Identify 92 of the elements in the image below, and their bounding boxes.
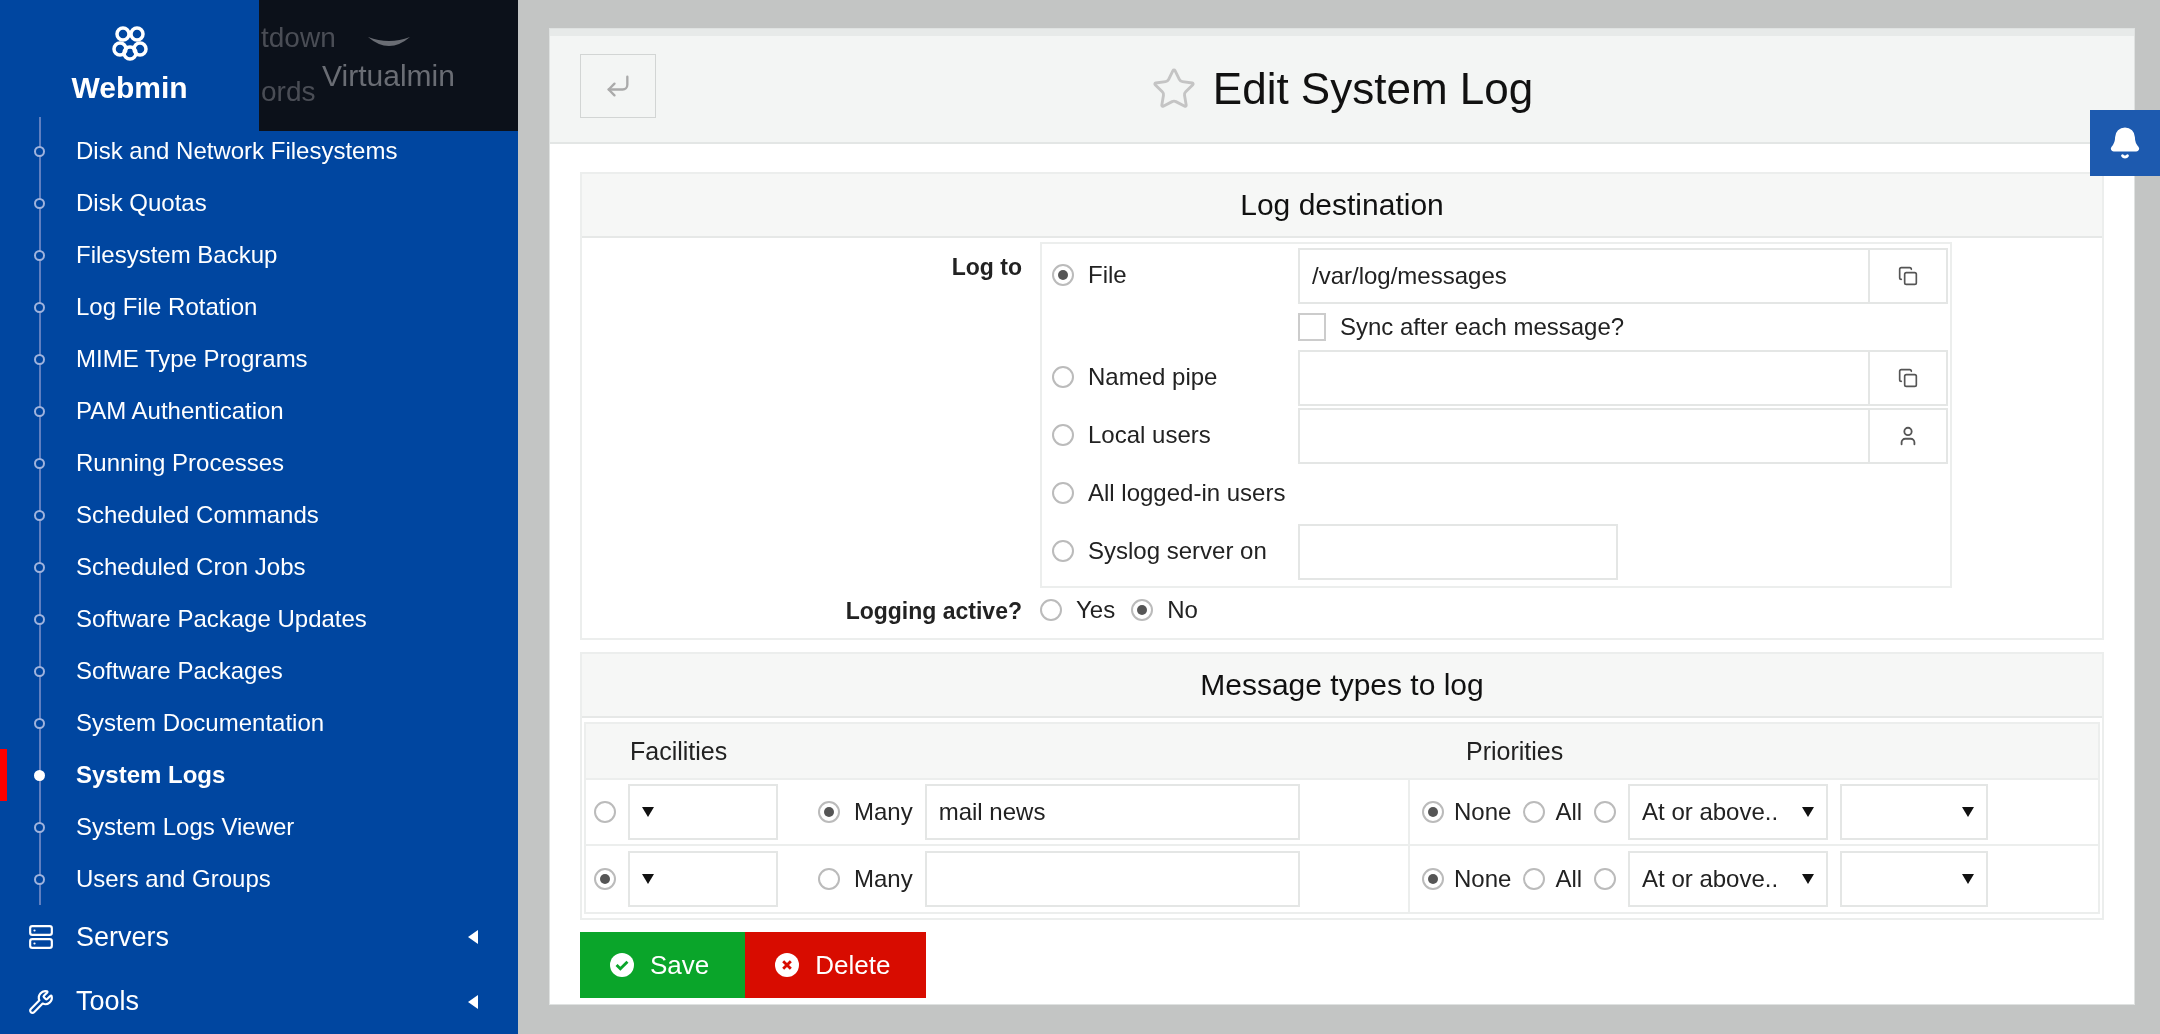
radio-option[interactable]: All xyxy=(1523,851,1583,907)
input-field[interactable] xyxy=(1298,524,1618,580)
input-field[interactable] xyxy=(1298,408,1870,464)
checkbox[interactable] xyxy=(1298,313,1326,341)
caret-icon xyxy=(1802,807,1815,817)
radio-button[interactable] xyxy=(1052,264,1074,286)
copy-icon xyxy=(1898,266,1918,286)
radio-button[interactable] xyxy=(1523,801,1546,823)
sidebar-item[interactable]: Software Packages xyxy=(0,644,518,697)
sidebar-item[interactable]: MIME Type Programs xyxy=(0,332,518,385)
radio-button[interactable] xyxy=(1052,540,1074,562)
server-icon xyxy=(28,924,54,951)
user-chooser-button[interactable] xyxy=(1868,408,1948,464)
faded-menu-text: tdown xyxy=(261,22,336,54)
radio-button[interactable] xyxy=(1422,868,1444,890)
priority-select[interactable]: At or above.. xyxy=(1628,784,1829,840)
radio-button[interactable] xyxy=(594,801,616,823)
radio-button[interactable] xyxy=(1131,599,1154,621)
radio-button[interactable] xyxy=(1052,366,1074,388)
radio-option[interactable]: Local users xyxy=(1052,408,1298,462)
priority-select[interactable]: At or above.. xyxy=(1628,851,1829,907)
radio-option[interactable]: All logged-in users xyxy=(1052,466,1298,520)
bell-icon xyxy=(2108,126,2142,160)
radio-button[interactable] xyxy=(1594,801,1617,823)
radio-option[interactable]: Named pipe xyxy=(1052,350,1298,404)
radio-button[interactable] xyxy=(1523,868,1546,890)
level-select[interactable] xyxy=(1840,784,1989,840)
back-button[interactable] xyxy=(580,54,656,118)
input-field[interactable] xyxy=(1298,350,1870,406)
checkbox-option[interactable]: Sync after each message? xyxy=(1298,306,1948,348)
sidebar-category[interactable]: Tools xyxy=(0,969,518,1034)
sidebar-item[interactable]: Running Processes xyxy=(0,436,518,489)
facility-select[interactable] xyxy=(628,784,778,840)
radio-button[interactable] xyxy=(594,868,616,890)
radio-option[interactable]: None xyxy=(1422,784,1512,840)
radio-button[interactable] xyxy=(1052,482,1074,504)
file-chooser-button[interactable] xyxy=(1868,350,1948,406)
radio-button[interactable] xyxy=(1422,801,1444,823)
caret-icon xyxy=(642,807,654,817)
check-circle-icon xyxy=(610,953,634,977)
copy-icon xyxy=(1898,368,1918,388)
caret-icon xyxy=(1962,807,1975,817)
radio-option[interactable]: No xyxy=(1131,588,1198,632)
sidebar-item[interactable]: Users and Groups xyxy=(0,852,518,905)
webmin-logo-icon xyxy=(111,25,148,62)
header-tab[interactable]: tdown ords Virtualmin xyxy=(259,0,518,131)
radio-option[interactable]: Many xyxy=(818,784,913,840)
column-header: Priorities xyxy=(1465,736,1565,766)
sidebar-item[interactable]: System Logs xyxy=(0,748,518,801)
sidebar-item[interactable]: PAM Authentication xyxy=(0,384,518,437)
input-field[interactable] xyxy=(924,851,1300,907)
section-title: Message types to log xyxy=(582,654,2102,718)
radio-option[interactable]: Syslog server on xyxy=(1052,524,1298,578)
caret-icon xyxy=(1962,874,1975,884)
radio-button[interactable] xyxy=(1040,599,1062,621)
input-field[interactable]: mail news xyxy=(924,784,1300,840)
collapse-arrow-icon xyxy=(468,994,478,1009)
page-title: Edit System Log xyxy=(1150,64,1534,114)
radio-option[interactable]: None xyxy=(1422,851,1512,907)
file-chooser-button[interactable] xyxy=(1868,248,1948,304)
facility-select[interactable] xyxy=(628,851,778,907)
collapse-arrow-icon xyxy=(468,930,478,945)
radio-button[interactable] xyxy=(818,801,840,823)
radio-option[interactable]: All xyxy=(1523,784,1583,840)
radio-option[interactable]: Yes xyxy=(1040,588,1116,632)
sidebar-category[interactable]: Servers xyxy=(0,904,518,970)
field-label: Log to xyxy=(950,253,1022,281)
delete-button[interactable]: Delete xyxy=(745,932,927,998)
field-label: Logging active? xyxy=(844,597,1022,625)
level-select[interactable] xyxy=(1840,851,1989,907)
tools-icon xyxy=(28,988,54,1015)
sidebar-item[interactable]: Log File Rotation xyxy=(0,280,518,333)
sidebar-item[interactable]: Disk Quotas xyxy=(0,176,518,229)
caret-icon xyxy=(1802,874,1815,884)
radio-option[interactable]: Many xyxy=(818,851,913,907)
notifications-button[interactable] xyxy=(2090,110,2160,176)
radio-button[interactable] xyxy=(1594,868,1617,890)
sidebar-item[interactable]: Scheduled Commands xyxy=(0,488,518,541)
x-circle-icon xyxy=(775,953,800,977)
section-title: Log destination xyxy=(582,174,2102,238)
radio-button[interactable] xyxy=(1052,424,1074,446)
sidebar-item[interactable]: Software Package Updates xyxy=(0,592,518,645)
caret-icon xyxy=(642,874,654,884)
radio-option[interactable]: File xyxy=(1052,248,1298,302)
column-header: Facilities xyxy=(629,736,729,766)
sidebar-item[interactable]: System Logs Viewer xyxy=(0,800,518,853)
sidebar-item[interactable]: System Documentation xyxy=(0,696,518,749)
faded-menu-text: ords xyxy=(261,76,316,108)
sidebar-item[interactable]: Scheduled Cron Jobs xyxy=(0,540,518,593)
radio-button[interactable] xyxy=(818,868,840,890)
sidebar-item[interactable]: Filesystem Backup xyxy=(0,228,518,281)
input-field[interactable]: /var/log/messages xyxy=(1298,248,1870,304)
